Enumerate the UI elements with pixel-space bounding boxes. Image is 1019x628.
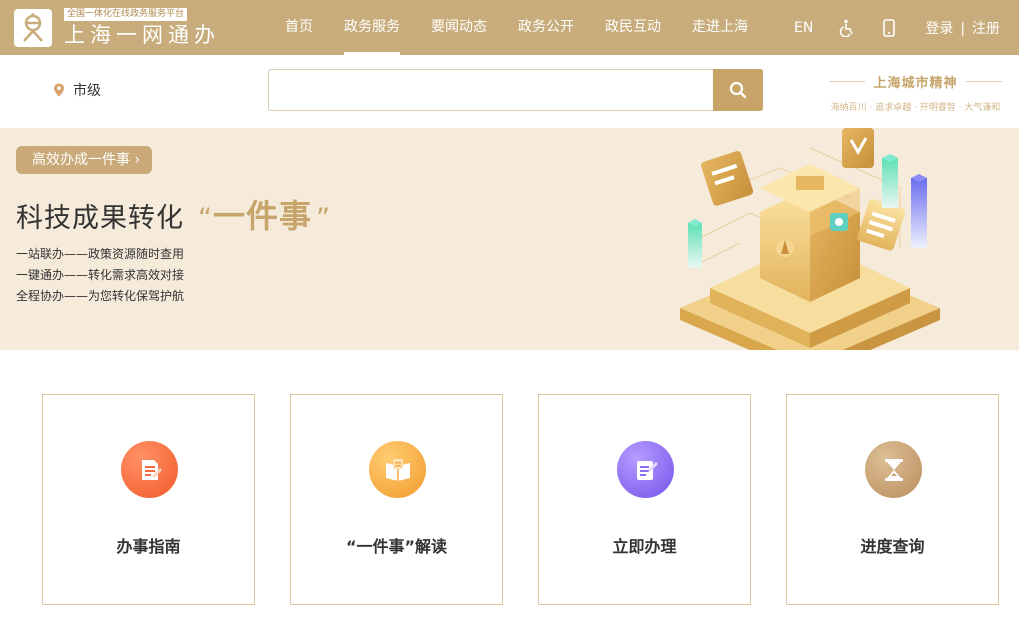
nav-item-about-shanghai[interactable]: 走进上海 xyxy=(692,0,748,55)
nav-item-interaction[interactable]: 政民互动 xyxy=(605,0,661,55)
efficient-one-thing-link[interactable]: 高效办成一件事 › xyxy=(16,146,153,174)
nav-item-news[interactable]: 要闻动态 xyxy=(431,0,487,55)
card-label: 进度查询 xyxy=(860,537,925,556)
search-button[interactable] xyxy=(713,69,763,111)
service-card-interpretation[interactable]: “一件事”解读 xyxy=(290,394,503,605)
login-link[interactable]: 登录 xyxy=(925,21,953,37)
nav-item-open-government[interactable]: 政务公开 xyxy=(518,0,574,55)
banner-quote-close: ” xyxy=(316,203,332,234)
banner-quote-open: “ xyxy=(198,203,213,234)
main-nav: 首页 政务服务 要闻动态 政务公开 政民互动 走进上海 xyxy=(285,0,779,55)
isometric-illustration-icon xyxy=(680,128,940,350)
wheelchair-icon[interactable] xyxy=(839,19,855,38)
banner-title-highlight: 一件事 xyxy=(213,197,313,235)
location-selector[interactable]: 市级 xyxy=(53,80,101,100)
guide-document-icon xyxy=(141,459,162,480)
banner-title-main: 科技成果转化 xyxy=(16,203,184,234)
nav-item-home[interactable]: 首页 xyxy=(285,0,313,55)
auth-links: 登录 | 注册 xyxy=(925,18,1000,38)
banner-feature-list: 一站联办——政策资源随时查用 一键通办——转化需求高效对接 全程协办——为您转化… xyxy=(16,244,184,307)
logo-tagline: 全国一体化在线政务服务平台 xyxy=(64,8,188,21)
auth-separator: | xyxy=(960,20,966,37)
logo-title: 上海一网通办 xyxy=(64,23,220,47)
hourglass-icon xyxy=(884,458,903,481)
location-label: 市级 xyxy=(73,83,101,99)
card-label: 立即办理 xyxy=(612,537,677,556)
nav-item-government-services[interactable]: 政务服务 xyxy=(344,0,400,55)
header-tools: EN 登录 | 注册 xyxy=(794,0,1000,55)
banner-title: 科技成果转化 “一件事” xyxy=(16,191,331,237)
open-book-icon xyxy=(385,458,410,481)
banner-feature-line: 一键通办——转化需求高效对接 xyxy=(16,268,185,282)
service-card-guide[interactable]: 办事指南 xyxy=(42,394,255,605)
language-switch-en[interactable]: EN xyxy=(794,20,813,36)
search-box xyxy=(268,69,763,111)
banner-feature-line: 全程协办——为您转化保驾护航 xyxy=(16,289,185,303)
logo-emblem-icon xyxy=(14,9,52,47)
map-pin-icon xyxy=(54,83,64,97)
register-link[interactable]: 注册 xyxy=(972,21,1000,37)
card-icon-wrapper xyxy=(617,441,674,498)
city-spirit-banner: 上海城市精神 海纳百川 · 追求卓越 · 开明睿智 · 大气谦和 xyxy=(812,72,1019,113)
search-input[interactable] xyxy=(269,70,714,110)
edit-form-icon xyxy=(636,460,658,480)
city-spirit-subtitle: 海纳百川 · 追求卓越 · 开明睿智 · 大气谦和 xyxy=(830,103,1001,113)
city-spirit-title: 上海城市精神 xyxy=(812,72,1019,91)
banner-feature-line: 一站联办——政策资源随时查用 xyxy=(16,247,185,261)
card-label: 办事指南 xyxy=(116,537,181,556)
hero-banner: 高效办成一件事 › 科技成果转化 “一件事” 一站联办——政策资源随时查用 一键通… xyxy=(0,128,1019,350)
card-icon-wrapper xyxy=(121,441,178,498)
card-icon-wrapper xyxy=(369,441,426,498)
search-icon xyxy=(729,81,747,99)
service-card-progress-query[interactable]: 进度查询 xyxy=(786,394,999,605)
mobile-phone-icon[interactable] xyxy=(881,18,897,37)
card-label: “一件事”解读 xyxy=(345,537,448,556)
site-logo[interactable]: 全国一体化在线政务服务平台 上海一网通办 xyxy=(14,8,220,48)
service-card-apply-now[interactable]: 立即办理 xyxy=(538,394,751,605)
top-header-bar: 全国一体化在线政务服务平台 上海一网通办 首页 政务服务 要闻动态 政务公开 政… xyxy=(0,0,1019,55)
card-icon-wrapper xyxy=(865,441,922,498)
